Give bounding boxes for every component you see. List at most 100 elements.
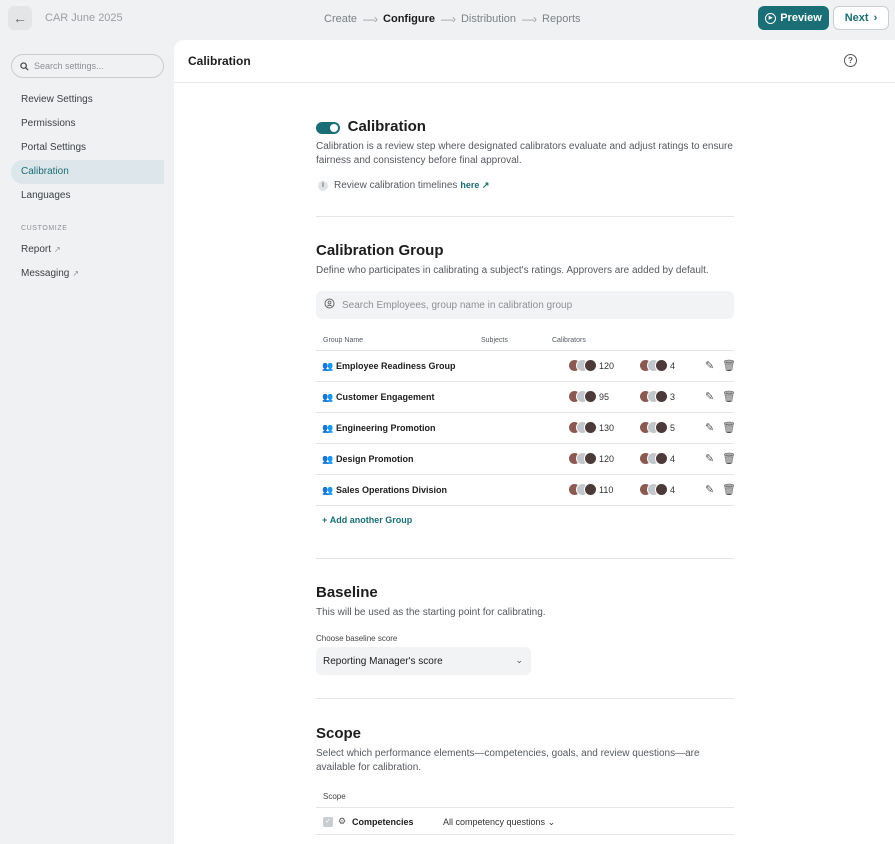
edit-icon[interactable]: ✎ xyxy=(705,359,714,372)
col-group-name: Group Name xyxy=(323,337,364,344)
edit-icon[interactable]: ✎ xyxy=(705,421,714,434)
avatar xyxy=(584,390,597,403)
arrow-right-icon: —› xyxy=(440,12,456,26)
subject-avatars xyxy=(568,421,597,434)
avatar xyxy=(655,452,668,465)
calibration-description: Calibration is a review step where desig… xyxy=(316,141,733,166)
group-search-input[interactable] xyxy=(342,299,722,311)
edit-icon[interactable]: ✎ xyxy=(705,483,714,496)
group-name: Customer Engagement xyxy=(336,392,435,402)
table-row[interactable]: 👥 Employee Readiness Group 120 4 ✎ 🗑 xyxy=(316,351,736,382)
trash-icon[interactable]: 🗑 xyxy=(722,452,736,465)
avatar xyxy=(655,390,668,403)
user-search-icon xyxy=(324,298,336,313)
chevron-down-icon: ⌄ xyxy=(515,655,523,665)
avatar xyxy=(655,359,668,372)
external-link-icon: ↗ xyxy=(479,180,490,190)
calibrators-count: 4 xyxy=(670,485,676,495)
back-button[interactable]: ← xyxy=(8,6,32,30)
subjects-count: 130 xyxy=(599,423,615,433)
timeline-text: Review calibration timelines xyxy=(334,180,458,191)
messaging-label: Messaging xyxy=(21,268,70,279)
next-button[interactable]: Next › xyxy=(833,6,889,30)
chevron-right-icon: › xyxy=(873,12,878,24)
calibration-heading: Calibration xyxy=(316,118,426,135)
avatar xyxy=(655,421,668,434)
sidebar-item-languages[interactable]: Languages xyxy=(11,184,164,208)
scope-table-header: Scope xyxy=(316,786,734,808)
group-name: Employee Readiness Group xyxy=(336,361,456,371)
competency-dropdown[interactable]: All competency questions ⌄ xyxy=(443,817,555,828)
sidebar-item-messaging[interactable]: Messaging ↗ xyxy=(11,262,164,286)
subjects-count: 120 xyxy=(599,361,615,371)
calibrator-avatars xyxy=(639,452,668,465)
divider xyxy=(316,558,734,559)
add-group-button[interactable]: + Add another Group xyxy=(322,515,412,525)
chevron-down-icon: ⌄ xyxy=(547,817,556,827)
competency-dropdown-value: All competency questions xyxy=(443,817,546,827)
preview-button[interactable]: ▶ Preview xyxy=(758,6,829,30)
puzzle-icon: ⚙ xyxy=(338,816,347,826)
settings-nav: Review Settings Permissions Portal Setti… xyxy=(11,88,164,286)
baseline-description: This will be used as the starting point … xyxy=(316,607,546,618)
sidebar-item-report[interactable]: Report ↗ xyxy=(11,238,164,262)
trash-icon[interactable]: 🗑 xyxy=(722,483,736,496)
users-icon: 👥 xyxy=(322,423,334,433)
group-name: Engineering Promotion xyxy=(336,423,436,433)
arrow-left-icon: ← xyxy=(13,10,27,26)
group-name: Design Promotion xyxy=(336,454,414,464)
calibrator-avatars xyxy=(639,421,668,434)
app-title: CAR June 2025 xyxy=(45,12,123,24)
avatar xyxy=(584,359,597,372)
settings-search-input[interactable] xyxy=(34,61,154,71)
top-bar: ← CAR June 2025 Create —› Configure —› D… xyxy=(0,0,895,38)
calibrators-count: 5 xyxy=(670,423,676,433)
avatar xyxy=(584,421,597,434)
trash-icon[interactable]: 🗑 xyxy=(722,390,736,403)
scope-row-competencies: ✓ ⚙ Competencies All competency question… xyxy=(316,809,734,835)
trash-icon[interactable]: 🗑 xyxy=(722,421,736,434)
users-icon: 👥 xyxy=(322,392,334,402)
step-create[interactable]: Create xyxy=(324,13,357,25)
timeline-link[interactable]: here ↗ xyxy=(460,180,489,191)
arrow-right-icon: —› xyxy=(363,12,378,26)
calibrator-avatars xyxy=(639,483,668,496)
subjects-count: 95 xyxy=(599,392,610,402)
settings-search xyxy=(11,54,164,78)
competencies-checkbox[interactable]: ✓ xyxy=(323,817,333,827)
baseline-select-value: Reporting Manager's score xyxy=(323,655,443,667)
sidebar-item-portal-settings[interactable]: Portal Settings xyxy=(11,136,164,160)
preview-label: Preview xyxy=(780,12,822,24)
baseline-select[interactable]: Reporting Manager's score ⌄ xyxy=(316,647,531,675)
table-row[interactable]: 👥 Engineering Promotion 130 5 ✎ 🗑 xyxy=(316,413,736,444)
avatar xyxy=(655,483,668,496)
search-icon xyxy=(20,59,29,74)
table-row[interactable]: 👥 Customer Engagement 95 3 ✎ 🗑 xyxy=(316,382,736,413)
step-distribution[interactable]: Distribution xyxy=(461,13,516,25)
calibrator-avatars xyxy=(639,390,668,403)
external-link-icon: ↗ xyxy=(72,269,80,278)
customize-heading: CUSTOMIZE xyxy=(21,225,68,232)
external-link-icon: ↗ xyxy=(54,245,61,254)
scope-name: Competencies xyxy=(352,817,414,827)
plus-icon: + xyxy=(322,515,330,525)
step-configure[interactable]: Configure xyxy=(383,13,435,25)
table-row[interactable]: 👥 Sales Operations Division 110 4 ✎ 🗑 xyxy=(316,475,736,506)
trash-icon[interactable]: 🗑 xyxy=(722,359,736,372)
col-subjects: Subjects xyxy=(481,337,508,344)
sidebar-item-calibration[interactable]: Calibration xyxy=(11,160,164,184)
edit-icon[interactable]: ✎ xyxy=(705,390,714,403)
edit-icon[interactable]: ✎ xyxy=(705,452,714,465)
calibration-group-title: Calibration Group xyxy=(316,242,444,259)
group-search xyxy=(316,291,734,319)
calibration-toggle[interactable] xyxy=(316,121,340,134)
sidebar-item-review-settings[interactable]: Review Settings xyxy=(11,88,164,112)
table-row[interactable]: 👥 Design Promotion 120 4 ✎ 🗑 xyxy=(316,444,736,475)
help-icon[interactable]: ? xyxy=(844,54,857,67)
baseline-select-label: Choose baseline score xyxy=(316,634,398,643)
calibrator-avatars xyxy=(639,359,668,372)
group-table-header: Group Name Subjects Calibrators xyxy=(316,333,734,351)
step-reports[interactable]: Reports xyxy=(542,13,581,25)
sidebar-item-permissions[interactable]: Permissions xyxy=(11,112,164,136)
users-icon: 👥 xyxy=(322,454,334,464)
